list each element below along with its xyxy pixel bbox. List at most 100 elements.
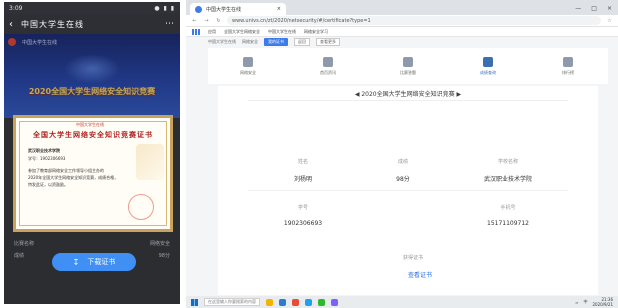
nav-item-home[interactable]: 首页资讯 bbox=[288, 48, 368, 84]
certificate-body-2: 2020年全国大学生网络安全知识竞赛，成绩合格， bbox=[28, 175, 119, 180]
windows-start-icon[interactable] bbox=[191, 298, 198, 306]
phone-value: 15171109712 bbox=[487, 220, 529, 227]
clock-date: 2020/9/21 bbox=[592, 302, 613, 307]
main-nav: 网络安全 首页资讯 比赛答题 成绩查询 排行榜 bbox=[208, 48, 608, 84]
nav-item-quiz[interactable]: 比赛答题 bbox=[368, 48, 448, 84]
trophy-icon bbox=[403, 56, 413, 67]
name-label: 姓名 bbox=[297, 159, 308, 165]
book-icon bbox=[243, 56, 253, 67]
more-chip[interactable]: 查看更多 bbox=[316, 38, 340, 46]
nav-label: 成绩查询 bbox=[480, 69, 496, 75]
score-label: 成绩 bbox=[397, 159, 408, 165]
close-window-icon[interactable]: × bbox=[607, 5, 612, 12]
divider bbox=[248, 190, 568, 191]
status-icons: ● ▮ ▮ bbox=[154, 4, 175, 12]
row-value: 98分 bbox=[158, 252, 170, 259]
bookmarks-bar: 应用 全国大学生网络安全 中国大学生在线 网络安全学习 bbox=[186, 27, 618, 37]
back-arrow-icon[interactable]: ‹ bbox=[9, 19, 21, 30]
crumb-active[interactable]: 我的证书 bbox=[264, 38, 288, 46]
certificate-image: 中国大学生在线 全国大学生网络安全知识竞赛证书 武汉职业技术学院 学号：1902… bbox=[13, 115, 173, 232]
reload-icon[interactable]: ↻ bbox=[215, 18, 222, 24]
bookmark-item[interactable]: 中国大学生在线 bbox=[268, 29, 296, 35]
certificate-school: 武汉职业技术学院 bbox=[28, 148, 60, 153]
name-value: 刘杨明 bbox=[293, 176, 312, 183]
bookmark-item[interactable]: 网络安全学习 bbox=[304, 29, 328, 35]
app-icon[interactable] bbox=[331, 298, 338, 306]
forward-icon[interactable]: → bbox=[203, 18, 210, 24]
certificate-body-1: 参加了教育部网络安全工作领导小组主办的 bbox=[28, 168, 104, 173]
windows-taskbar: 在这里输入你要搜索的内容 ≈ 中 21:36 2020/9/21 bbox=[186, 296, 618, 308]
chart-icon bbox=[563, 56, 573, 67]
download-label: 下载证书 bbox=[87, 258, 116, 266]
panel-title: ◀ 2020全国大学生网络安全知识竞赛 ▶ bbox=[354, 91, 462, 98]
phone-label: 手机号 bbox=[500, 205, 516, 211]
view-certificate-link[interactable]: 查看证书 bbox=[408, 270, 432, 279]
tab-title: 中国大学生在线 bbox=[206, 6, 242, 13]
phone-title-bar: ‹ 中国大学生在线 ⋯ bbox=[4, 14, 180, 34]
favicon-icon bbox=[195, 5, 202, 13]
language-indicator[interactable]: 中 bbox=[583, 299, 587, 305]
score-panel: ◀ 2020全国大学生网络安全知识竞赛 ▶ 姓名 刘杨明 成绩 98分 学校名称… bbox=[218, 86, 598, 295]
nav-item-rank[interactable]: 排行榜 bbox=[528, 48, 608, 84]
nav-label: 比赛答题 bbox=[400, 69, 416, 75]
crumb-item[interactable]: 网络安全 bbox=[242, 39, 258, 45]
bookmark-item[interactable]: 应用 bbox=[208, 29, 216, 35]
certificate-body-3: 特发此证，以资鼓励。 bbox=[28, 182, 68, 187]
edge-icon[interactable] bbox=[279, 298, 286, 306]
phone-status-bar: 3:09 ● ▮ ▮ bbox=[4, 2, 180, 14]
chrome-icon[interactable] bbox=[292, 298, 299, 306]
nav-item-security[interactable]: 网络安全 bbox=[208, 48, 288, 84]
certificate-title: 全国大学生网络安全知识竞赛证书 bbox=[33, 130, 153, 139]
back-chip[interactable]: 返回 bbox=[294, 38, 310, 46]
download-certificate-button[interactable]: ↧ 下载证书 bbox=[52, 253, 136, 271]
student-id-label: 学号 bbox=[297, 205, 308, 211]
browser-tab[interactable]: 中国大学生在线 × bbox=[190, 3, 286, 15]
system-tray: ≈ 中 21:36 2020/9/21 bbox=[575, 297, 613, 307]
row-value: 网络安全 bbox=[149, 240, 170, 247]
certificate-student-id: 学号：1902306693 bbox=[28, 156, 66, 161]
more-menu-icon[interactable]: ⋯ bbox=[165, 19, 175, 29]
minimize-icon[interactable]: — bbox=[575, 5, 581, 12]
wifi-icon[interactable]: ≈ bbox=[575, 300, 578, 305]
bookmark-item[interactable]: 全国大学生网络安全 bbox=[224, 29, 260, 35]
clock[interactable]: 21:36 2020/9/21 bbox=[592, 297, 613, 307]
row-label: 比赛名称 bbox=[14, 240, 35, 247]
file-explorer-icon[interactable] bbox=[266, 298, 273, 306]
phone-screenshot: 3:09 ● ▮ ▮ ‹ 中国大学生在线 ⋯ 中国大学生在线 2020全国大学生… bbox=[4, 2, 180, 304]
nav-label: 排行榜 bbox=[562, 69, 574, 75]
apps-icon[interactable] bbox=[192, 28, 200, 35]
browser-tab-bar: 中国大学生在线 × — □ × bbox=[186, 0, 618, 15]
desktop-screenshot: 中国大学生在线 × — □ × ← → ↻ www.univs.cn/zt/20… bbox=[186, 0, 618, 308]
page-title: 中国大学生在线 bbox=[21, 19, 84, 29]
maximize-icon[interactable]: □ bbox=[591, 5, 597, 12]
breadcrumb: 中国大学生在线 网络安全 我的证书 返回 查看更多 bbox=[208, 37, 340, 47]
taskbar-search[interactable]: 在这里输入你要搜索的内容 bbox=[204, 298, 260, 306]
nav-label: 首页资讯 bbox=[320, 69, 336, 75]
crumb-item[interactable]: 中国大学生在线 bbox=[208, 39, 236, 45]
close-tab-icon[interactable]: × bbox=[277, 6, 281, 12]
row-label: 成绩 bbox=[14, 252, 25, 259]
divider bbox=[248, 100, 568, 101]
web-page: 中国大学生在线 网络安全 我的证书 返回 查看更多 网络安全 首页资讯 比赛答题 bbox=[186, 37, 618, 296]
star-icon[interactable]: ☆ bbox=[606, 18, 613, 24]
certificate-stamp bbox=[128, 194, 154, 220]
certificate-logo: 中国大学生在线 bbox=[76, 122, 104, 127]
nav-label: 网络安全 bbox=[240, 69, 256, 75]
status-time: 3:09 bbox=[9, 4, 23, 12]
screenshot-collage: 3:09 ● ▮ ▮ ‹ 中国大学生在线 ⋯ 中国大学生在线 2020全国大学生… bbox=[0, 0, 618, 308]
certificate-decoration bbox=[136, 144, 164, 180]
nav-item-score[interactable]: 成绩查询 bbox=[448, 48, 528, 84]
certificate-label: 获得证书 bbox=[402, 255, 423, 261]
url-field[interactable]: www.univs.cn/zt/2020/netsecurity/#/certi… bbox=[227, 16, 601, 25]
school-label: 学校名称 bbox=[497, 159, 518, 165]
list-item: 比赛名称 网络安全 bbox=[4, 237, 180, 249]
window-controls: — □ × bbox=[575, 5, 618, 15]
address-bar: ← → ↻ www.univs.cn/zt/2020/netsecurity/#… bbox=[186, 15, 618, 27]
wechat-icon[interactable] bbox=[318, 298, 325, 306]
student-id-value: 1902306693 bbox=[283, 220, 323, 227]
back-icon[interactable]: ← bbox=[191, 18, 198, 24]
qq-icon[interactable] bbox=[305, 298, 312, 306]
document-icon bbox=[483, 56, 493, 67]
download-icon: ↧ bbox=[72, 257, 80, 267]
home-icon bbox=[323, 56, 333, 67]
